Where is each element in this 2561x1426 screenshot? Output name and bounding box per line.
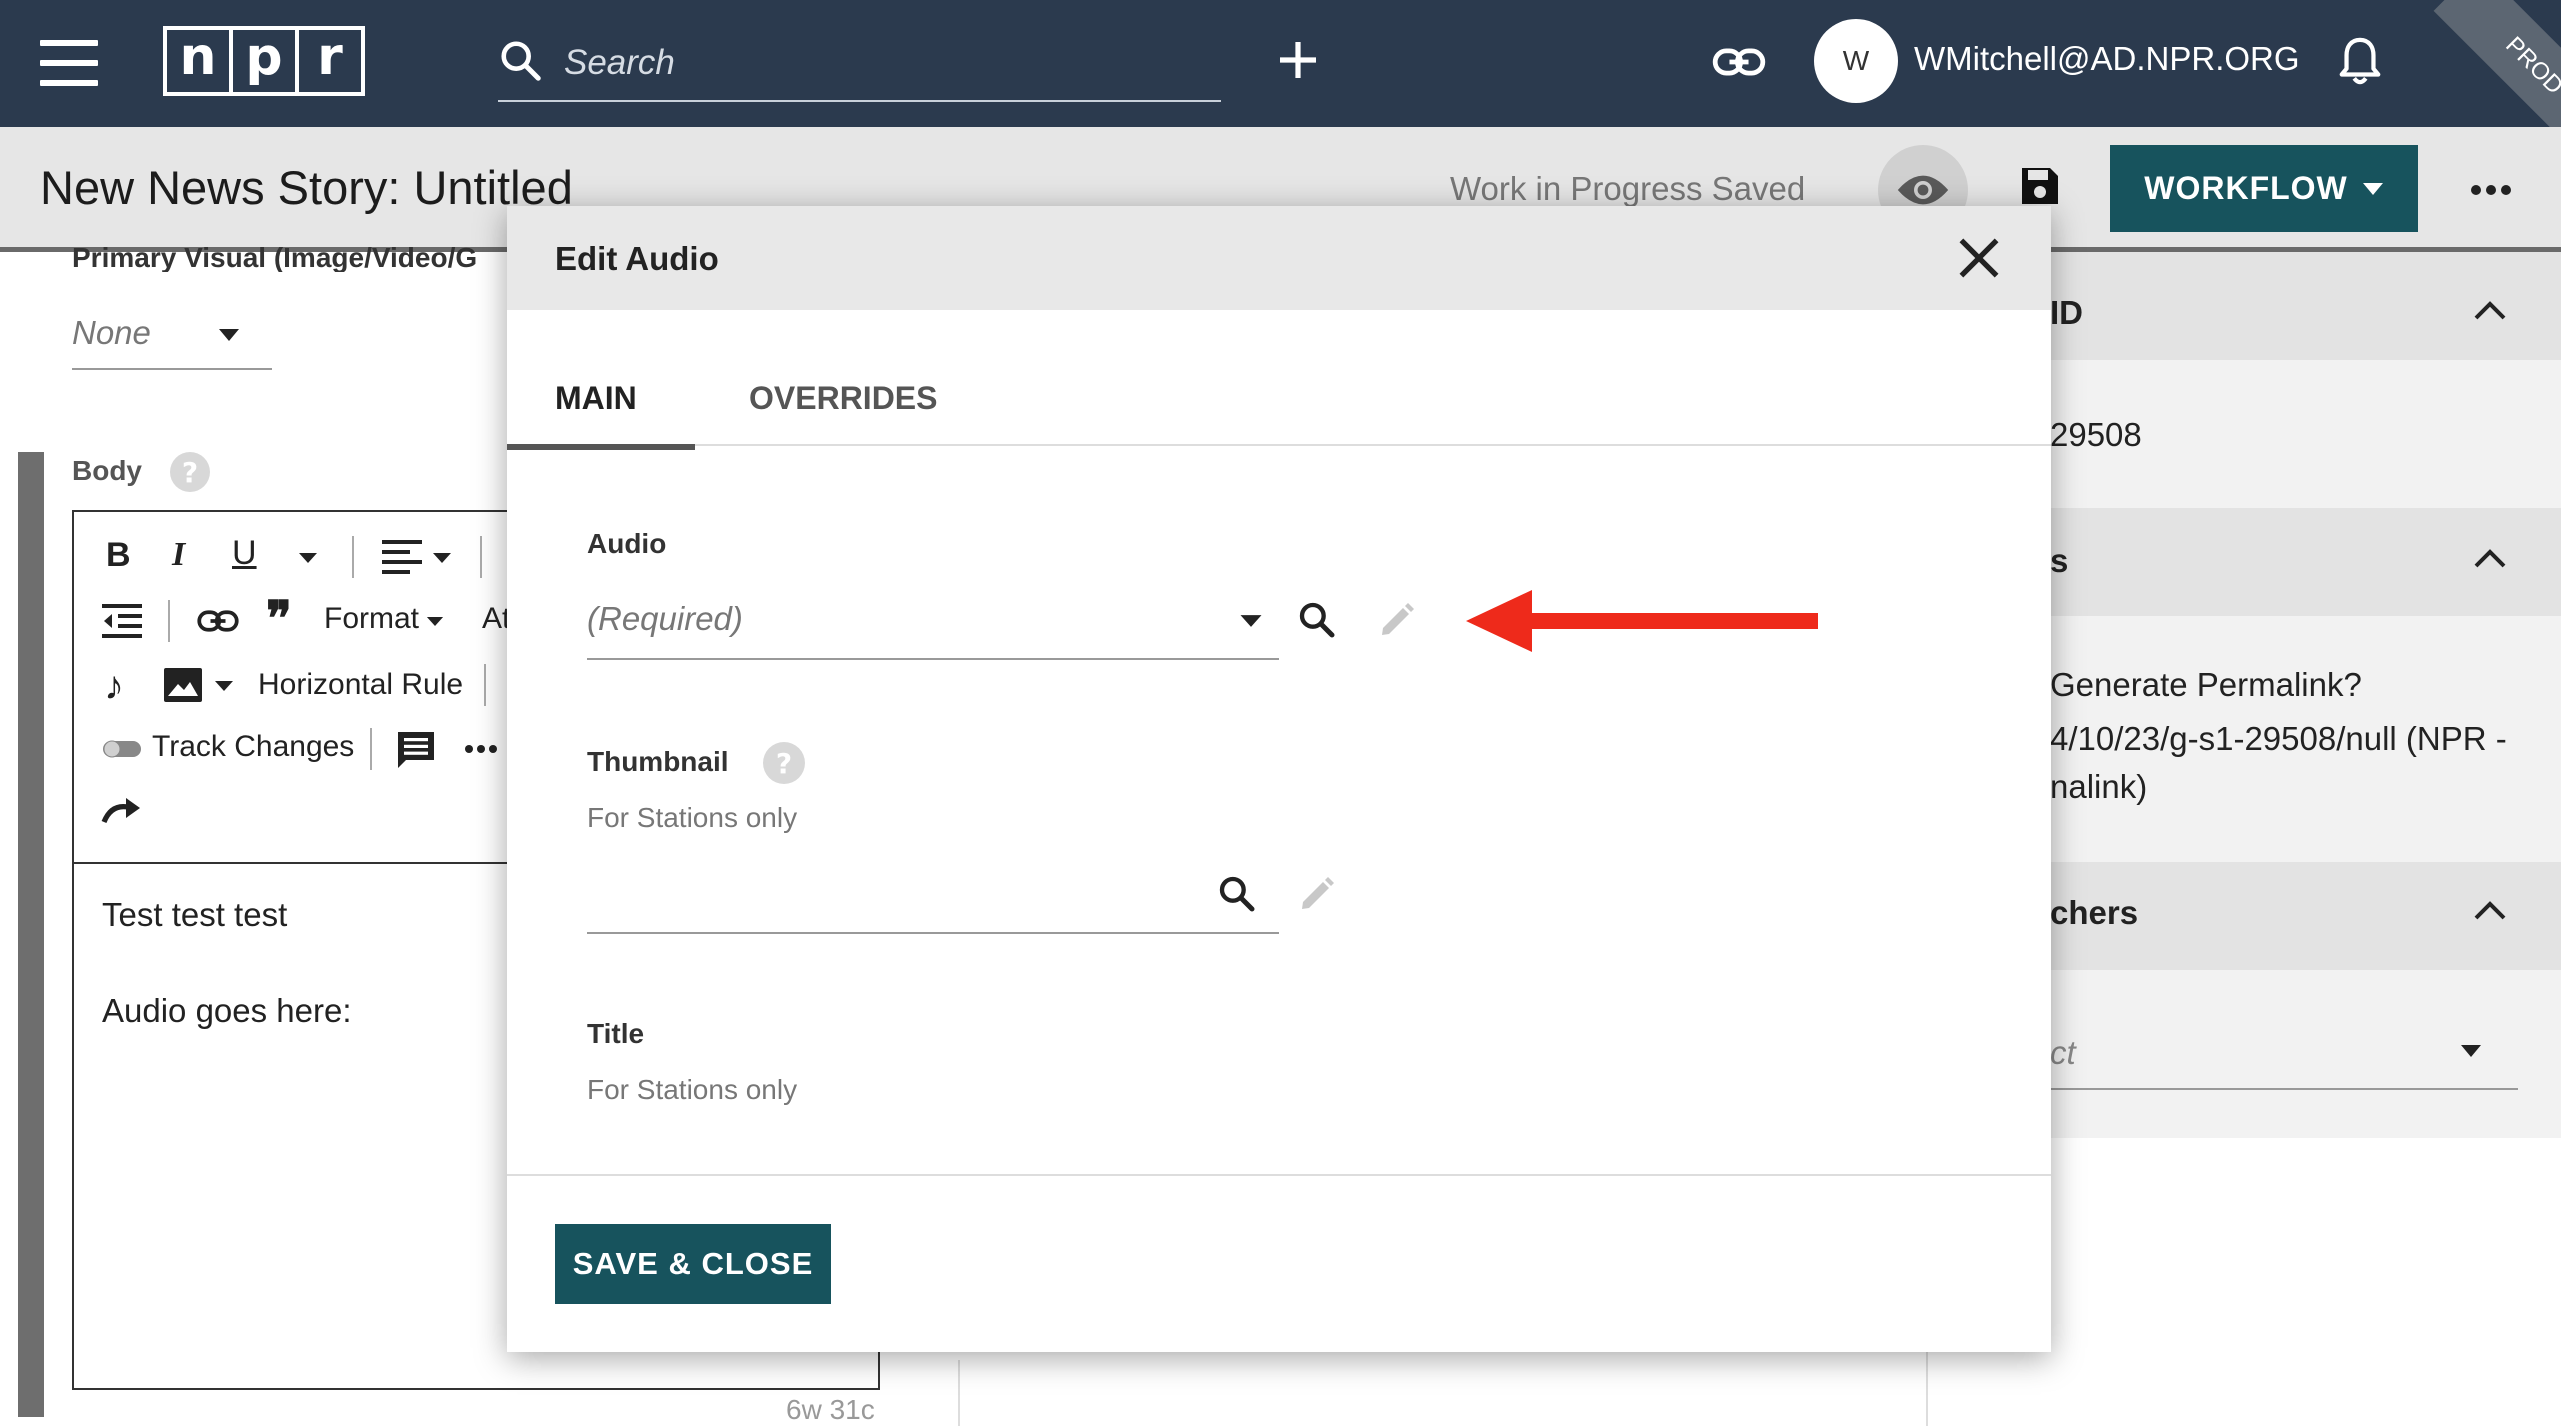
body-paragraph[interactable]: Audio goes here: [102, 992, 352, 1030]
story-id-value: 29508 [2050, 416, 2142, 453]
tab-overrides-label: OVERRIDES [749, 380, 938, 416]
audio-select-placeholder: (Required) [587, 600, 743, 637]
eye-icon [1896, 172, 1950, 208]
chevron-up-icon[interactable] [2472, 898, 2508, 922]
track-changes-toggle-icon[interactable] [102, 738, 142, 760]
hamburger-menu-icon[interactable] [40, 40, 98, 86]
audio-search-icon[interactable] [1297, 600, 1337, 640]
thumbnail-note: For Stations only [587, 802, 798, 833]
audio-field-label: Audio [587, 528, 667, 559]
chevron-up-icon[interactable] [2472, 546, 2508, 570]
body-paragraph[interactable]: Test test test [102, 896, 287, 934]
image-dropdown-icon[interactable] [214, 680, 234, 692]
tab-main-label: MAIN [555, 380, 637, 416]
align-dropdown-icon[interactable] [432, 552, 452, 564]
panel-section-id-title: ID [2050, 294, 2083, 331]
search-input[interactable] [562, 38, 1206, 88]
more-options-icon[interactable] [2470, 184, 2512, 196]
more-options-icon[interactable] [464, 744, 498, 754]
comment-icon[interactable] [396, 730, 436, 770]
chevron-up-icon[interactable] [2472, 298, 2508, 322]
outdent-icon[interactable] [102, 604, 142, 638]
caret-down-icon[interactable] [2460, 1044, 2482, 1058]
bold-icon[interactable]: B [106, 536, 131, 575]
audio-select[interactable]: (Required) [587, 578, 1279, 660]
thumbnail-search-icon[interactable] [1217, 874, 1257, 914]
active-tab-indicator [507, 444, 695, 450]
underline-icon[interactable]: U [232, 534, 257, 573]
audio-note-icon[interactable]: ♪ [104, 664, 124, 709]
user-email[interactable]: WMitchell@AD.NPR.ORG [1914, 40, 2300, 78]
caret-down-icon [1239, 614, 1263, 628]
align-icon[interactable] [382, 538, 422, 574]
tab-overrides[interactable]: OVERRIDES [721, 366, 937, 446]
primary-visual-label: Primary Visual (Image/Video/G [72, 242, 478, 272]
thumbnail-edit-pencil-icon[interactable] [1297, 874, 1337, 914]
title-field-label: Title [587, 1018, 645, 1049]
caret-down-icon [2362, 182, 2384, 196]
word-count: 6w 31c [786, 1394, 875, 1425]
annotation-arrow [1462, 586, 1822, 656]
tab-main[interactable]: MAIN [507, 366, 695, 450]
italic-icon[interactable]: I [172, 536, 185, 574]
caret-down-icon [218, 328, 240, 342]
add-icon[interactable] [1278, 40, 1318, 80]
workflow-label: WORKFLOW [2144, 170, 2348, 206]
image-icon[interactable] [164, 668, 202, 702]
thumbnail-field[interactable] [587, 852, 1279, 934]
save-disk-icon[interactable] [2018, 164, 2062, 208]
search-icon[interactable] [498, 38, 544, 84]
user-avatar[interactable]: W [1814, 19, 1898, 103]
title-note: For Stations only [587, 1074, 798, 1105]
generate-permalink-label[interactable]: Generate Permalink? [2050, 666, 2362, 704]
editor-rail [18, 452, 44, 1417]
permalink-url-line1: 4/10/23/g-s1-29508/null (NPR - [2050, 720, 2507, 757]
panel-section-3-title: chers [2050, 894, 2139, 931]
text-style-dropdown-icon[interactable] [298, 552, 318, 564]
workflow-button[interactable]: WORKFLOW [2110, 145, 2418, 232]
notifications-bell-icon[interactable] [2338, 36, 2382, 86]
logo-letter-r: r [317, 27, 343, 87]
track-changes-label[interactable]: Track Changes [152, 730, 354, 764]
help-icon[interactable]: ? [170, 452, 210, 492]
save-status: Work in Progress Saved [1450, 170, 1806, 207]
link-icon[interactable] [196, 606, 240, 636]
body-label: Body [72, 455, 142, 486]
blockquote-icon[interactable]: ❞ [266, 596, 292, 644]
npr-logo[interactable]: n p r [163, 26, 365, 96]
primary-visual-select[interactable]: None [72, 300, 272, 370]
save-and-close-button[interactable]: SAVE & CLOSE [555, 1224, 831, 1304]
dialog-header: Edit Audio [507, 206, 2051, 310]
primary-visual-value: None [72, 314, 151, 351]
permalink-url-line2: nalink) [2050, 768, 2148, 805]
link-icon[interactable] [1712, 42, 1766, 82]
thumbnail-field-label: Thumbnail [587, 746, 729, 777]
story-title: New News Story: Untitled [40, 161, 573, 214]
horizontal-rule-button[interactable]: Horizontal Rule [258, 668, 463, 702]
dialog-title: Edit Audio [555, 240, 719, 277]
global-search [498, 34, 1221, 102]
close-icon[interactable] [1957, 236, 2001, 280]
panel-section-2-title: s [2050, 542, 2069, 579]
help-icon[interactable]: ? [763, 742, 805, 784]
panel-section-3-select-value[interactable]: ct [2050, 1034, 2076, 1072]
audio-edit-pencil-icon[interactable] [1377, 600, 1417, 640]
logo-letter-n: n [179, 27, 217, 87]
top-navigation-bar: n p r W WMitchell@AD.NPR.ORG PROD [0, 0, 2561, 167]
logo-letter-p: p [245, 27, 283, 87]
format-dropdown-caret-icon[interactable] [426, 616, 444, 627]
redo-icon[interactable] [100, 796, 144, 826]
format-dropdown[interactable]: Format [324, 602, 419, 636]
edit-audio-dialog: Edit Audio MAIN OVERRIDES Audio (Require… [507, 206, 2051, 1352]
